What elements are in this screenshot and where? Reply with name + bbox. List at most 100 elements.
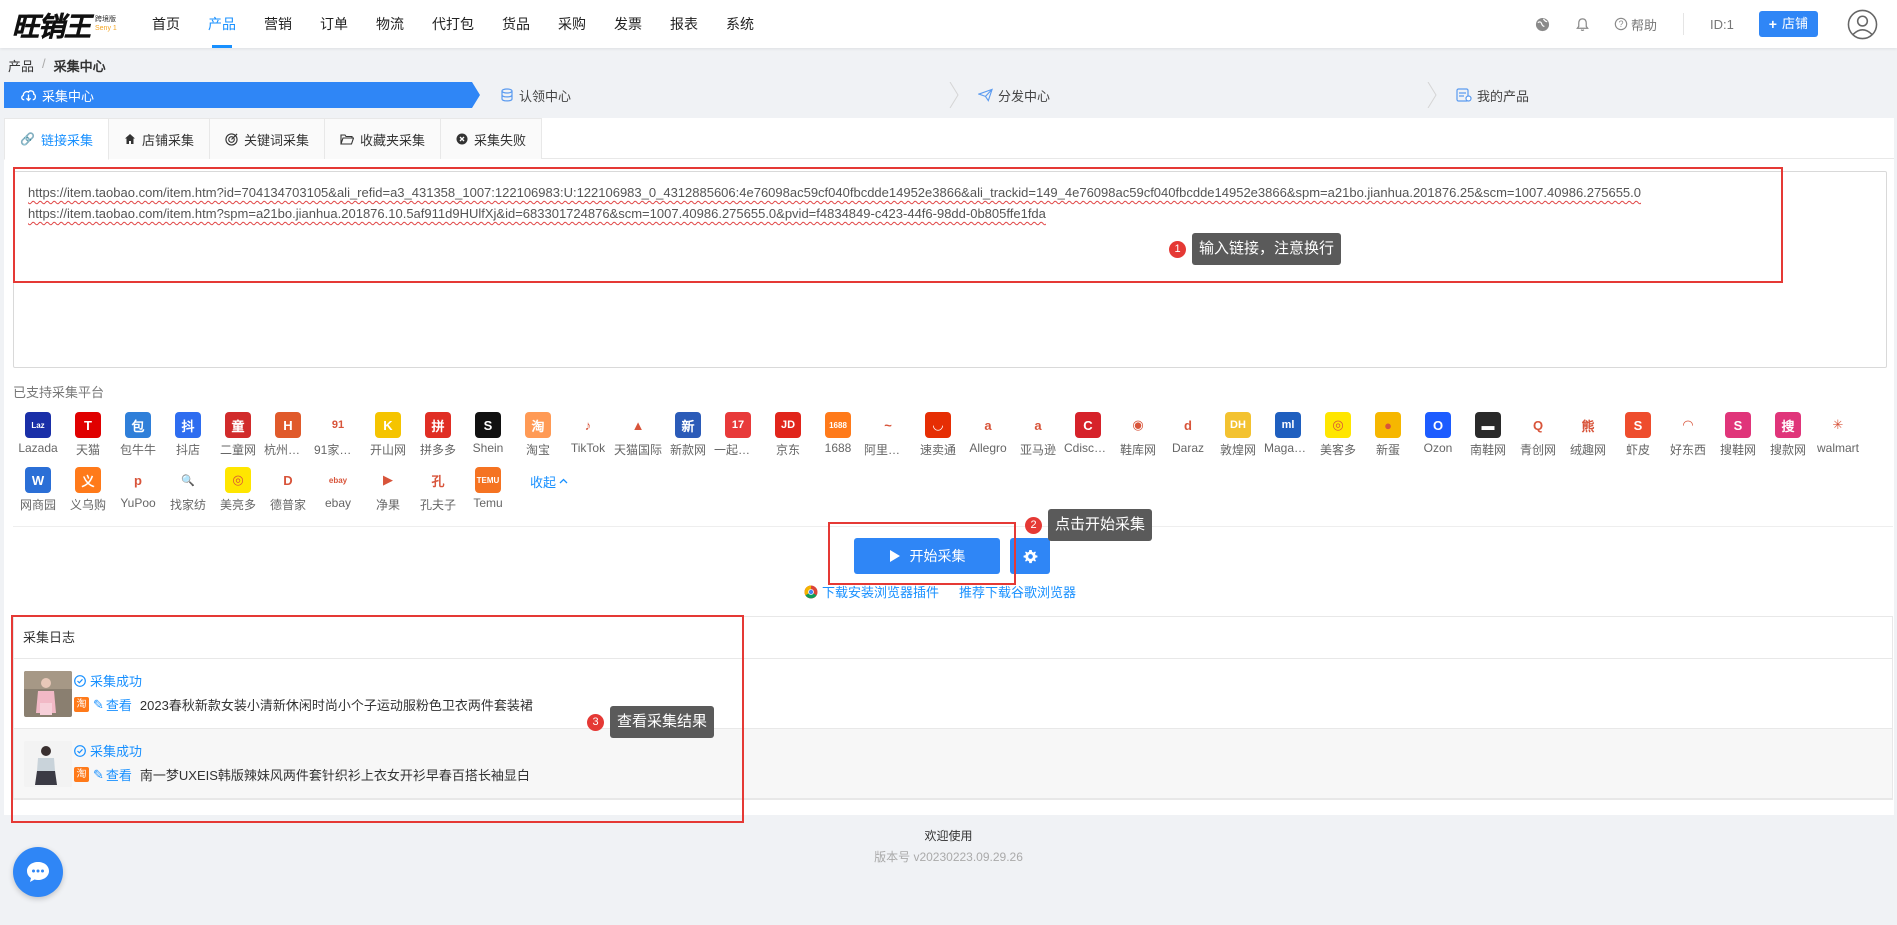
globe-icon[interactable] xyxy=(1534,15,1552,33)
bell-icon[interactable] xyxy=(1574,15,1592,33)
link-icon: 🔗 xyxy=(20,132,35,146)
platform-item[interactable]: 91 91家纺网 xyxy=(313,412,363,467)
platform-item[interactable]: 拼拼多多 xyxy=(413,412,463,467)
platform-item[interactable]: 义义乌购 xyxy=(63,467,113,522)
platform-name: 1688 xyxy=(824,441,852,455)
platform-item[interactable]: 孔孔夫子 xyxy=(413,467,463,522)
platform-logo-icon: 1688 xyxy=(825,412,851,438)
user-avatar-icon[interactable] xyxy=(1847,9,1878,40)
platform-logo-icon: ebay xyxy=(325,467,351,493)
platform-item[interactable]: p YuPoo xyxy=(113,467,163,522)
platform-item[interactable]: ~ 阿里巴巴国际站 xyxy=(863,412,913,467)
chat-icon xyxy=(27,862,49,882)
annotation-tip-1: 1 输入链接，注意换行 xyxy=(1169,233,1342,265)
platform-item[interactable]: ◡ 速卖通 xyxy=(913,412,963,467)
collect-settings-button[interactable] xyxy=(1010,538,1050,574)
annotation-tip-3: 3 查看采集结果 xyxy=(587,706,715,738)
platform-name: 绒趣网 xyxy=(1569,443,1606,457)
platform-item[interactable]: 1688 1688 xyxy=(813,412,863,467)
nav-packing[interactable]: 代打包 xyxy=(418,0,488,48)
platform-item[interactable]: S Shein xyxy=(463,412,513,467)
platform-item[interactable]: 童二童网 xyxy=(213,412,263,467)
platform-item[interactable]: H 杭州女装网 xyxy=(263,412,313,467)
platform-item[interactable]: 淘淘宝 xyxy=(513,412,563,467)
platform-item[interactable]: S 搜鞋网 xyxy=(1713,412,1763,467)
platform-item[interactable]: ▲ 天猫国际 xyxy=(613,412,663,467)
platform-logo-icon: ◎ xyxy=(1325,412,1351,438)
nav-goods[interactable]: 货品 xyxy=(488,0,544,48)
nav-reports[interactable]: 报表 xyxy=(656,0,712,48)
platform-logo-icon: 童 xyxy=(225,412,251,438)
platform-item[interactable]: Laz Lazada xyxy=(13,412,63,467)
platform-item[interactable]: C Cdiscount xyxy=(1063,412,1113,467)
add-shop-button[interactable]: + 店铺 xyxy=(1758,11,1818,37)
chat-button[interactable] xyxy=(13,847,63,897)
platform-name: Shein xyxy=(472,441,504,455)
platform-name: 一起做网店 xyxy=(714,443,762,457)
platform-item[interactable]: D 德普家 xyxy=(263,467,313,522)
tab-collect-failed[interactable]: 采集失败 xyxy=(440,118,543,159)
tab-favorites-collect[interactable]: 收藏夹采集 xyxy=(324,118,442,159)
platform-item[interactable]: ▬ 南鞋网 xyxy=(1463,412,1513,467)
nav-products[interactable]: 产品 xyxy=(194,0,250,48)
platform-logo-icon: 91 xyxy=(325,412,351,438)
platform-item[interactable]: a 亚马逊 xyxy=(1013,412,1063,467)
platform-item[interactable]: K 开山网 xyxy=(363,412,413,467)
platform-logo-icon: K xyxy=(375,412,401,438)
nav-invoice[interactable]: 发票 xyxy=(600,0,656,48)
platform-logo-icon: ◠ xyxy=(1675,412,1701,438)
platform-item[interactable]: 熊绒趣网 xyxy=(1563,412,1613,467)
platform-item[interactable]: ◠ 好东西 xyxy=(1663,412,1713,467)
nav-system[interactable]: 系统 xyxy=(712,0,768,48)
collapse-platforms-button[interactable]: 收起 xyxy=(513,468,568,494)
platform-item[interactable]: JD 京东 xyxy=(763,412,813,467)
nav-purchase[interactable]: 采购 xyxy=(544,0,600,48)
platform-name: 美亮多 xyxy=(219,498,256,512)
nav-logistics[interactable]: 物流 xyxy=(362,0,418,48)
step-collect-center[interactable]: 采集中心 xyxy=(4,82,482,108)
tab-link-collect[interactable]: 🔗 链接采集 xyxy=(4,118,109,160)
platform-item[interactable]: 🔍 找家纺 xyxy=(163,467,213,522)
platform-item[interactable]: O Ozon xyxy=(1413,412,1463,467)
breadcrumb-parent[interactable]: 产品 xyxy=(8,56,34,75)
logo[interactable]: 旺销王 跨境版 Seny 1 xyxy=(0,0,138,48)
platform-item[interactable]: T 天猫 xyxy=(63,412,113,467)
platform-item[interactable]: Q 青创网 xyxy=(1513,412,1563,467)
platform-item[interactable]: ✳ walmart xyxy=(1813,412,1863,467)
step-claim-center[interactable]: 认领中心 xyxy=(482,82,960,108)
platform-item[interactable]: DH 敦煌网 xyxy=(1213,412,1263,467)
platform-logo-icon: O xyxy=(1425,412,1451,438)
platform-item[interactable]: S 虾皮 xyxy=(1613,412,1663,467)
help-link[interactable]: ? 帮助 xyxy=(1614,15,1657,34)
platform-item[interactable]: 17 一起做网店 xyxy=(713,412,763,467)
step-my-products[interactable]: 我的产品 xyxy=(1438,82,1894,108)
nav-orders[interactable]: 订单 xyxy=(306,0,362,48)
platform-name: 天猫国际 xyxy=(614,443,662,457)
platform-item[interactable]: 搜搜款网 xyxy=(1763,412,1813,467)
platform-item[interactable]: d Daraz xyxy=(1163,412,1213,467)
tab-shop-collect[interactable]: 店铺采集 xyxy=(107,118,210,159)
platform-item[interactable]: W 网商园 xyxy=(13,467,63,522)
platform-item[interactable]: TEMU Temu xyxy=(463,467,513,522)
platform-item[interactable]: ml Magazine xyxy=(1263,412,1313,467)
platform-item[interactable]: 新新款网 xyxy=(663,412,713,467)
platform-item[interactable]: ▶ 净果 xyxy=(363,467,413,522)
platform-name: 青创网 xyxy=(1519,443,1556,457)
platform-logo-icon: 17 xyxy=(725,412,751,438)
platform-logo-icon: 淘 xyxy=(525,412,551,438)
platform-item[interactable]: ♪ TikTok xyxy=(563,412,613,467)
step-distribute-center[interactable]: 分发中心 xyxy=(960,82,1438,108)
platform-item[interactable]: 包包牛牛 xyxy=(113,412,163,467)
platform-logo-icon: p xyxy=(125,467,151,493)
platform-item[interactable]: 抖抖店 xyxy=(163,412,213,467)
platform-item[interactable]: a Allegro xyxy=(963,412,1013,467)
platform-item[interactable]: ● 新蛋 xyxy=(1363,412,1413,467)
platform-item[interactable]: ◉ 鞋库网 xyxy=(1113,412,1163,467)
send-icon xyxy=(978,88,993,102)
nav-marketing[interactable]: 营销 xyxy=(250,0,306,48)
tab-keyword-collect[interactable]: 关键词采集 xyxy=(208,118,325,159)
platform-item[interactable]: ◎ 美亮多 xyxy=(213,467,263,522)
platform-item[interactable]: ebay ebay xyxy=(313,467,363,522)
platform-item[interactable]: ◎ 美客多 xyxy=(1313,412,1363,467)
nav-home[interactable]: 首页 xyxy=(138,0,194,48)
